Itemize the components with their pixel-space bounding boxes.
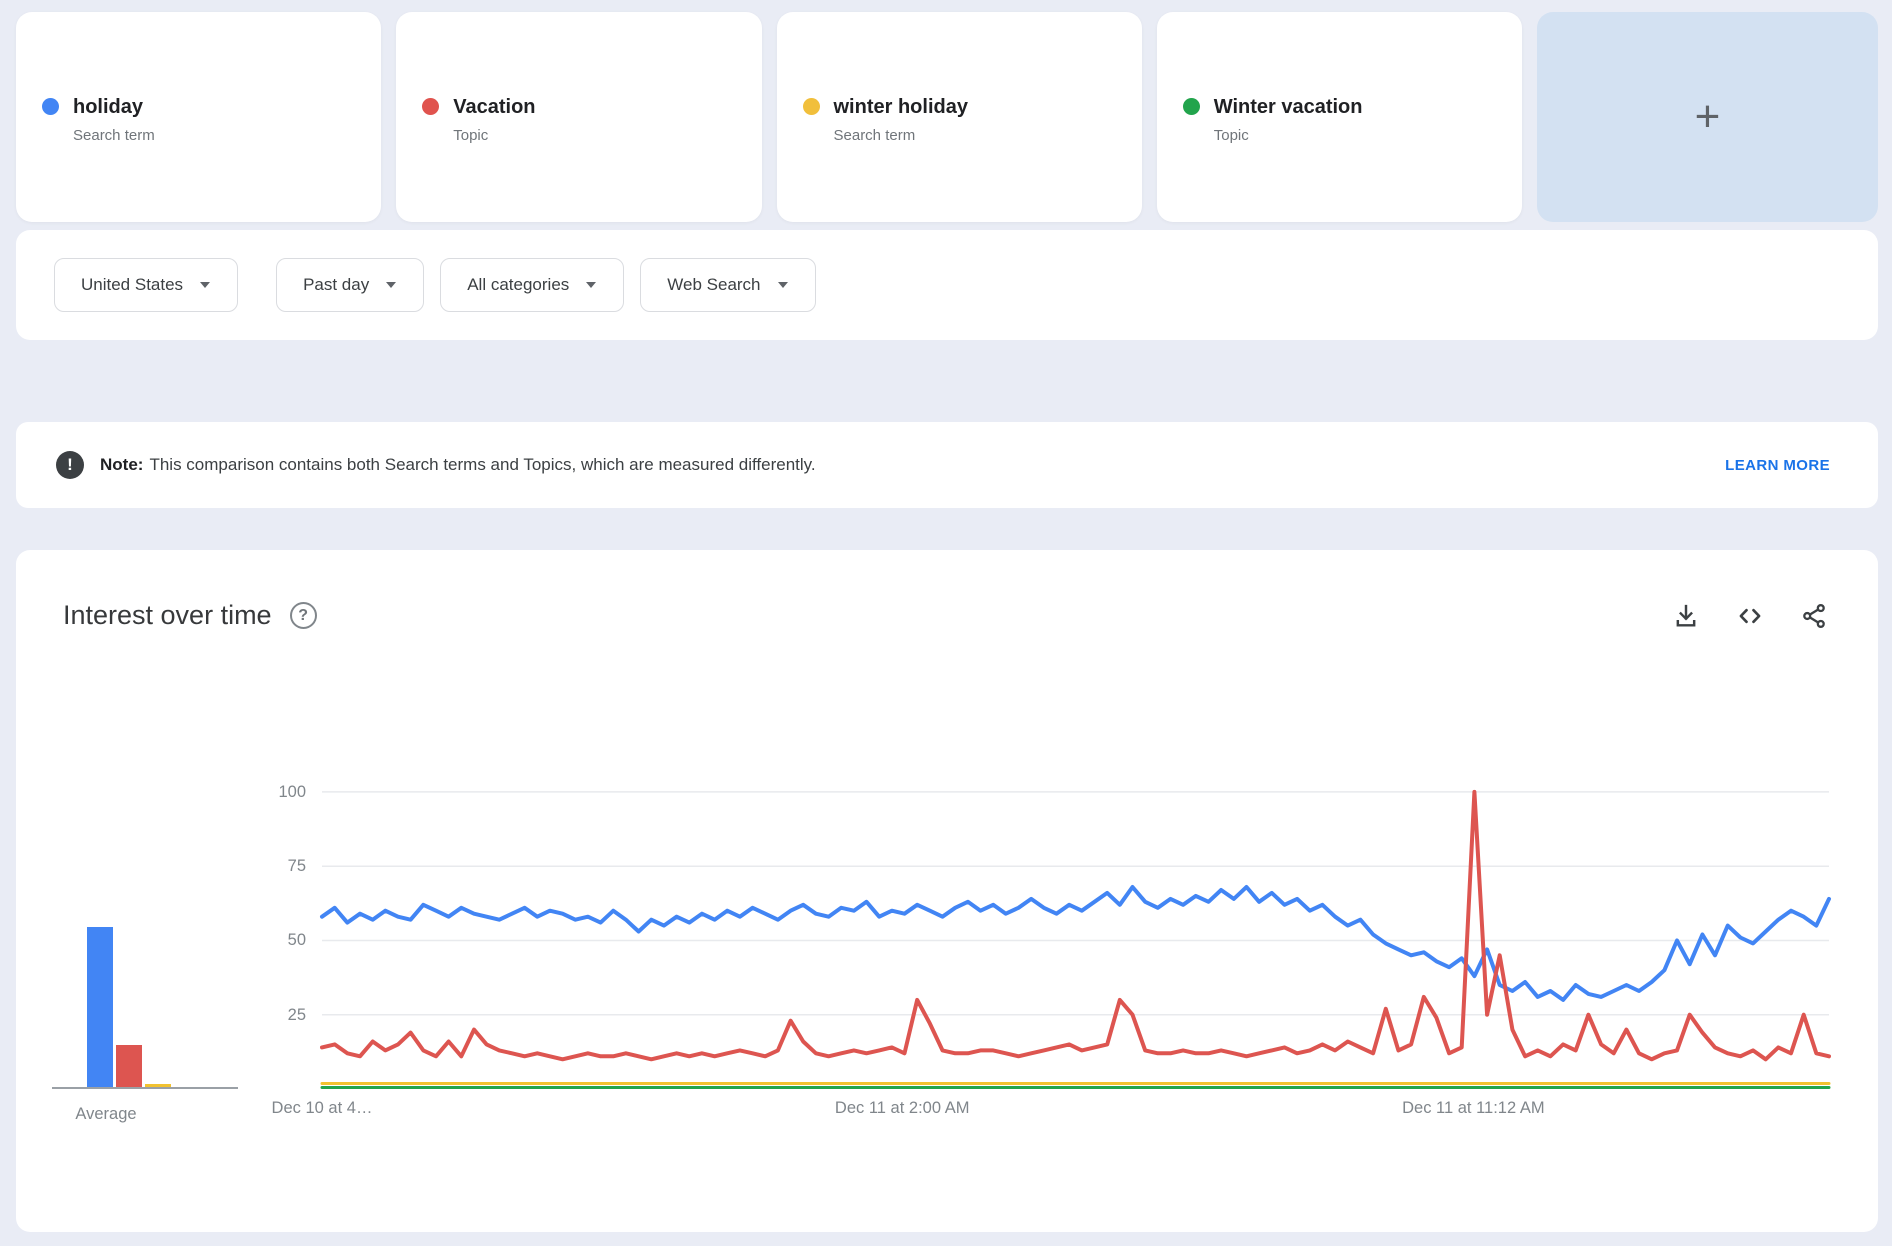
embed-button[interactable] — [1736, 602, 1764, 630]
term-card-holiday[interactable]: holiday Search term — [16, 12, 382, 222]
x-tick-label: Dec 11 at 2:00 AM — [834, 1099, 970, 1117]
filter-search-type-dropdown[interactable]: Web Search — [640, 258, 816, 312]
term-type-label: Search term — [73, 126, 155, 144]
y-tick-label: 25 — [287, 1005, 306, 1024]
x-tick-label: Dec 11 at 11:12 AM — [1402, 1099, 1545, 1117]
filter-region-label: United States — [81, 275, 184, 294]
filter-panel: United States Past day All categories We… — [16, 230, 1878, 340]
y-tick-label: 50 — [287, 931, 306, 950]
filter-search-type-label: Web Search — [667, 275, 761, 294]
section-title: Interest over time — [63, 600, 272, 630]
interest-over-time-card: Interest over time ? Average 25 50 75 10… — [16, 550, 1878, 1232]
filter-region-dropdown[interactable]: United States — [54, 258, 239, 312]
learn-more-link[interactable]: LEARN MORE — [1725, 457, 1830, 474]
term-card-winter-holiday[interactable]: winter holiday Search term — [776, 12, 1142, 222]
chevron-down-icon — [777, 282, 788, 288]
add-comparison-button[interactable]: + — [1537, 12, 1878, 222]
filter-time-label: Past day — [303, 275, 370, 294]
share-button[interactable] — [1800, 602, 1828, 630]
chevron-down-icon — [586, 282, 597, 288]
share-icon — [1803, 603, 1825, 629]
term-card-winter-vacation[interactable]: Winter vacation Topic — [1156, 12, 1522, 222]
plus-icon: + — [1694, 92, 1721, 141]
term-label: winter holiday — [833, 95, 968, 118]
filter-category-dropdown[interactable]: All categories — [440, 258, 625, 312]
note-banner: ! Note: This comparison contains both Sea… — [16, 422, 1878, 508]
filter-time-dropdown[interactable]: Past day — [276, 258, 425, 312]
term-type-label: Topic — [453, 126, 489, 144]
embed-icon — [1739, 608, 1761, 624]
y-tick-label: 100 — [278, 782, 306, 801]
exclamation-icon: ! — [56, 451, 84, 479]
google-trends-page: holiday Search term Vacation Topic winte… — [0, 0, 1892, 1246]
download-button[interactable] — [1672, 602, 1700, 630]
average-bar-holiday — [87, 926, 113, 1087]
interest-line-chart[interactable]: 25 50 75 100 Dec 10 at 4… Dec 11 at 2:00 AM D… — [272, 783, 1831, 1117]
term-cards-row: holiday Search term Vacation Topic winte… — [16, 12, 1878, 222]
term-type-label: Search term — [833, 126, 916, 144]
y-tick-label: 75 — [287, 857, 306, 876]
term-label: Vacation — [453, 95, 536, 118]
chevron-down-icon — [200, 282, 211, 288]
term-type-label: Topic — [1213, 126, 1249, 144]
average-bar-vacation — [116, 1045, 142, 1087]
average-axis-label: Average — [75, 1105, 137, 1123]
note-text: Note: This comparison contains both Searc… — [100, 455, 816, 474]
note-prefix: Note: — [100, 455, 144, 474]
trend-lines-plot — [320, 789, 1831, 1089]
filter-category-label: All categories — [467, 275, 570, 294]
trend-line-holiday — [320, 885, 1831, 1002]
average-bar-chart — [52, 783, 238, 1089]
term-color-dot — [422, 97, 440, 115]
term-color-dot — [802, 97, 820, 115]
x-tick-label: Dec 10 at 4… — [271, 1099, 373, 1117]
term-color-dot — [42, 97, 59, 115]
help-icon[interactable]: ? — [289, 602, 317, 629]
download-icon — [1676, 604, 1696, 627]
trend-line-vacation — [320, 789, 1831, 1062]
term-card-vacation[interactable]: Vacation Topic — [396, 12, 762, 222]
average-bar-winter-holiday — [145, 1084, 171, 1087]
term-label: Winter vacation — [1213, 95, 1363, 118]
chevron-down-icon — [386, 282, 397, 288]
term-color-dot — [1182, 97, 1200, 115]
term-label: holiday — [73, 95, 144, 118]
